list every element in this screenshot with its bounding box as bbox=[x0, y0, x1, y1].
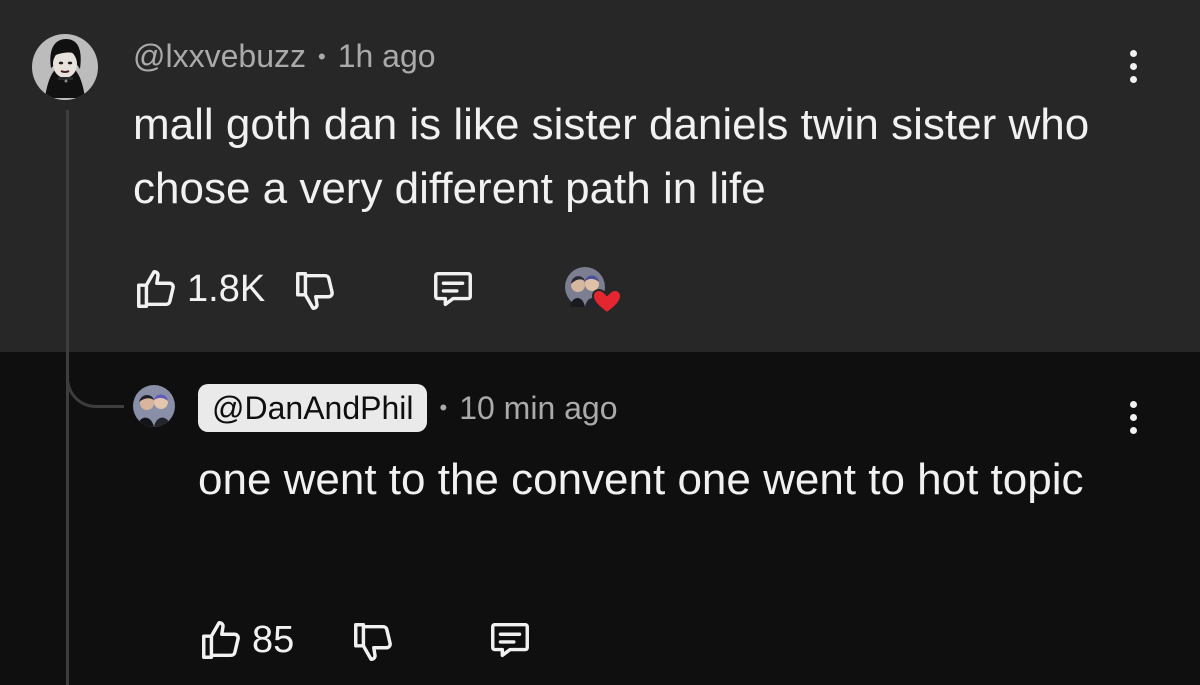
parent-dislike-button[interactable] bbox=[292, 267, 338, 315]
parent-like-button[interactable]: 1.8K bbox=[133, 265, 265, 313]
creator-handle-badge[interactable]: @DanAndPhil bbox=[198, 384, 428, 432]
more-vertical-icon bbox=[1129, 49, 1137, 57]
reply-comment-text: one went to the convent one went to hot … bbox=[198, 455, 1084, 504]
thumbs-down-icon bbox=[296, 272, 334, 310]
thumbs-down-icon bbox=[354, 623, 392, 661]
parent-reply-button[interactable] bbox=[428, 266, 478, 312]
thread-connector-line bbox=[66, 110, 69, 685]
more-vertical-icon-dot bbox=[1129, 413, 1137, 421]
more-vertical-icon bbox=[1129, 400, 1137, 408]
reply-commenter-avatar[interactable] bbox=[133, 385, 175, 427]
reply-reply-button[interactable] bbox=[485, 617, 535, 663]
reply-comment-icon bbox=[491, 622, 529, 658]
thumbs-up-icon bbox=[137, 270, 175, 308]
parent-more-options-button[interactable] bbox=[1118, 42, 1148, 90]
parent-comment-meta: @lxxvebuzz • 1h ago bbox=[133, 38, 436, 75]
parent-like-count: 1.8K bbox=[187, 267, 266, 310]
reply-dislike-button[interactable] bbox=[350, 618, 396, 666]
reply-like-button[interactable]: 85 bbox=[198, 616, 294, 664]
meta-separator-dot: • bbox=[439, 395, 448, 420]
parent-commenter-handle[interactable]: @lxxvebuzz bbox=[133, 38, 306, 75]
meta-separator-dot: • bbox=[317, 43, 326, 69]
more-vertical-icon-dot bbox=[1129, 62, 1137, 70]
reply-more-options-button[interactable] bbox=[1118, 393, 1148, 441]
more-vertical-icon-dot bbox=[1129, 75, 1137, 83]
reply-like-count: 85 bbox=[252, 618, 295, 661]
reply-comment-time: 10 min ago bbox=[459, 389, 618, 426]
reply-comment-icon bbox=[434, 271, 472, 307]
parent-commenter-avatar[interactable] bbox=[32, 34, 98, 100]
creator-heart-badge bbox=[563, 265, 623, 317]
red-heart-icon bbox=[591, 288, 623, 315]
thumbs-up-icon bbox=[202, 621, 240, 659]
parent-comment-text: mall goth dan is like sister daniels twi… bbox=[133, 100, 1090, 213]
parent-comment-time: 1h ago bbox=[337, 38, 436, 74]
reply-comment-meta: @DanAndPhil • 10 min ago bbox=[198, 384, 618, 432]
more-vertical-icon-dot bbox=[1129, 426, 1137, 434]
